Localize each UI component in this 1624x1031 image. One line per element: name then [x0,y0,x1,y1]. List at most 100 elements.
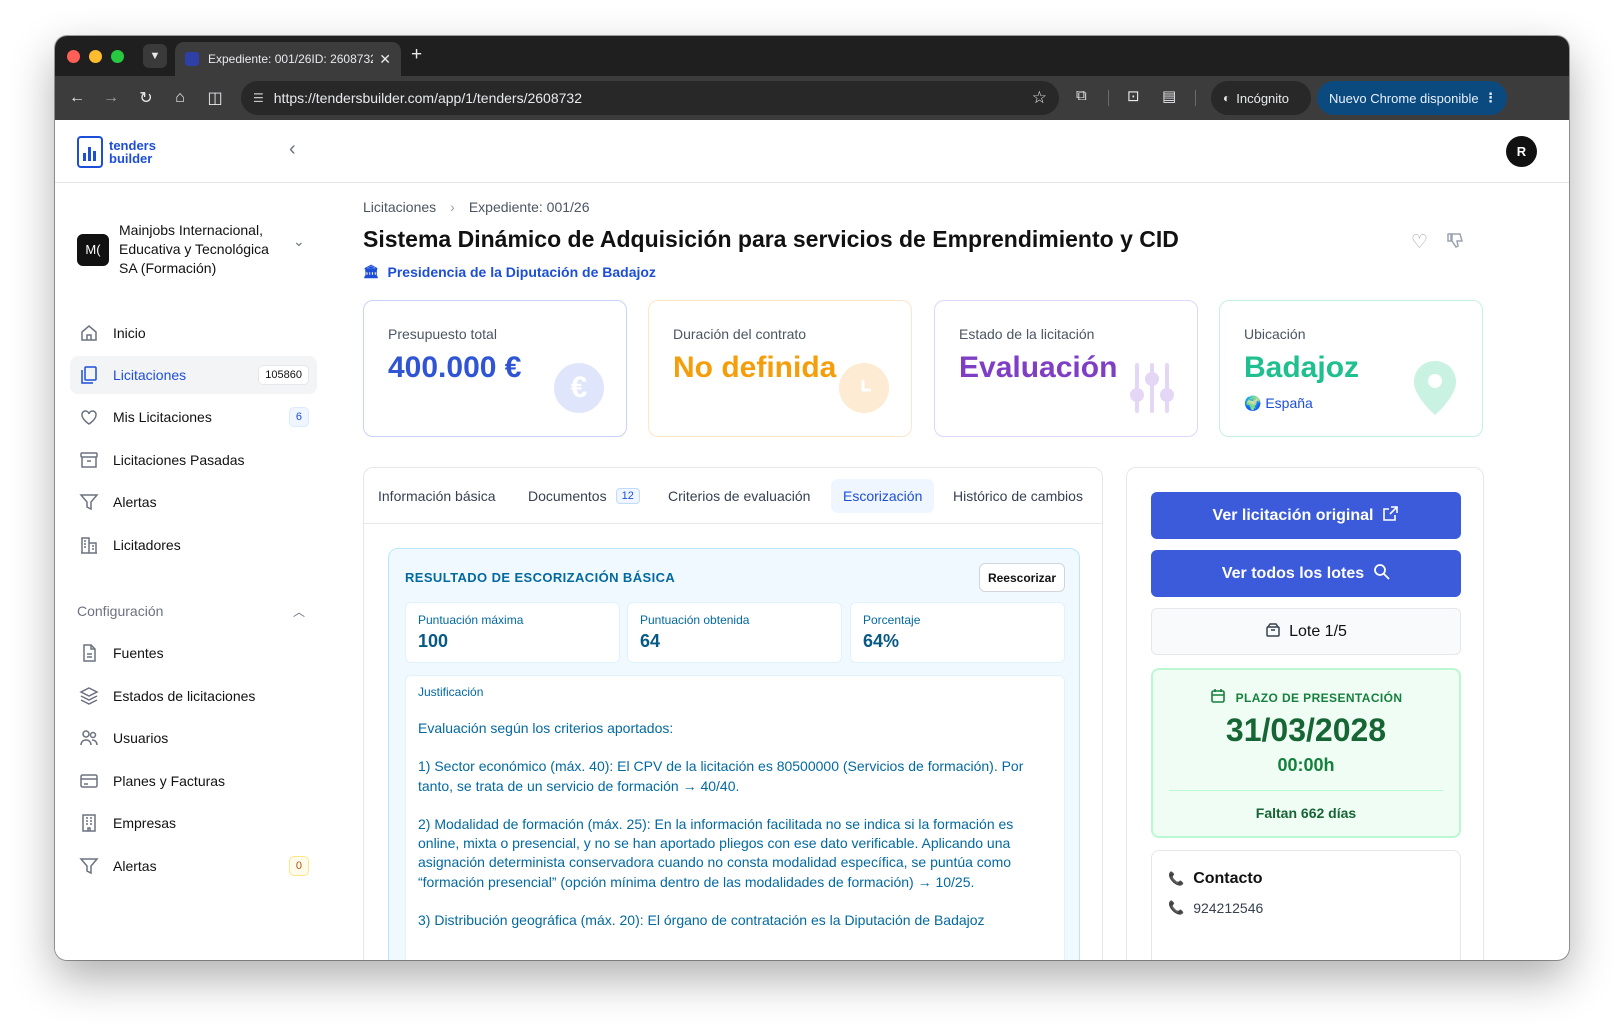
tab-documentos[interactable]: Documentos 12 [516,479,652,513]
site-settings-icon[interactable]: ☰ [253,91,264,105]
favicon-icon [185,52,199,66]
tender-details-panel: Información básica Documentos 12 Criterio… [363,467,1103,960]
sidebar-item-estados[interactable]: Estados de licitaciones [70,677,317,715]
tabs-bar: Información básica Documentos 12 Criterio… [364,468,1102,524]
sidebar-item-planes[interactable]: Planes y Facturas [70,762,317,800]
more-menu-icon[interactable]: ⋮ [1484,90,1497,106]
chevron-up-icon[interactable]: ︿ [293,603,305,620]
user-avatar[interactable]: R [1506,136,1537,167]
tab-criterios[interactable]: Criterios de evaluación [656,479,822,513]
justification-text: Evaluación según los criterios aportados… [418,719,1054,949]
sidebar-item-label: Mis Licitaciones [113,409,212,425]
close-tab-icon[interactable]: ✕ [379,51,391,68]
address-bar[interactable]: ☰ https://tendersbuilder.com/app/1/tende… [241,81,1059,115]
metric-max-score: Puntuación máxima 100 [405,602,620,663]
country-link[interactable]: 🌍 España [1244,395,1313,412]
breadcrumb-licitaciones[interactable]: Licitaciones [363,199,436,215]
sidebar-item-alertas-config[interactable]: Alertas 0 [70,847,317,885]
filter-icon [78,491,100,513]
buyer-name: Presidencia de la Diputación de Badajoz [387,264,656,280]
lot-label: Lote 1/5 [1289,622,1347,640]
sidebar-item-licitaciones[interactable]: Licitaciones 105860 [70,356,317,394]
sidebar-item-label: Licitaciones [113,367,187,383]
favorite-heart-icon[interactable]: ♡ [1411,231,1428,254]
sidebar-item-usuarios[interactable]: Usuarios [70,719,317,757]
forward-icon[interactable]: → [99,86,123,110]
incognito-label: Incógnito [1236,90,1290,106]
sidebar-item-licitaciones-pasadas[interactable]: Licitaciones Pasadas [70,441,317,479]
tab-informacion-basica[interactable]: Información básica [366,479,508,513]
sidebar-item-licitadores[interactable]: Licitadores [70,526,317,564]
stat-value: 400.000 € [388,351,522,384]
dislike-icon[interactable] [1445,231,1465,257]
contracting-authority-link[interactable]: 🏛 Presidencia de la Diputación de Badajo… [363,264,656,280]
org-chevron-down-icon[interactable]: ⌄ [293,233,305,250]
sidebar-item-label: Estados de licitaciones [113,688,256,704]
stat-card-location: Ubicación Badajoz 🌍 España [1219,300,1483,437]
new-tab-icon[interactable]: + [411,44,422,66]
divider [1169,790,1443,791]
sidebar: M( Mainjobs Internacional, Educativa y T… [55,183,345,960]
metric-obtained-score: Puntuación obtenida 64 [627,602,842,663]
chrome-update-button[interactable]: Nuevo Chrome disponible ⋮ [1317,81,1507,115]
view-original-button[interactable]: Ver licitación original [1151,492,1461,539]
reading-mode-icon[interactable]: ▤ [1162,87,1176,105]
search-icon [1373,563,1390,585]
breadcrumb-current: Expediente: 001/26 [468,199,590,215]
url-text[interactable]: https://tendersbuilder.com/app/1/tenders… [274,90,1032,106]
sidebar-item-inicio[interactable]: Inicio [70,314,317,352]
file-icon [78,642,100,664]
tab-search-chevron-icon[interactable]: ▼ [143,44,167,68]
map-pin-icon [1410,361,1460,415]
sidebar-item-label: Inicio [113,325,146,341]
tenders-builder-logo[interactable]: tenders builder [77,136,156,168]
stat-label: Duración del contrato [673,326,807,342]
browser-toolbar: ← → ↻ ⌂ ◫ ☰ https://tendersbuilder.com/a… [55,76,1569,120]
button-label: Ver licitación original [1212,506,1374,524]
sidebar-item-fuentes[interactable]: Fuentes [70,634,317,672]
bank-icon: 🏛 [363,264,380,279]
back-icon[interactable]: ← [65,86,89,110]
stat-value: No definida [673,351,837,384]
close-window-button[interactable] [67,50,80,63]
filter-icon [78,855,100,877]
sidebar-item-empresas[interactable]: Empresas [70,804,317,842]
app-header: tenders builder ‹ R [55,120,1569,183]
browser-tab-active[interactable]: Expediente: 001/26ID: 2608732 ✕ [175,42,401,76]
deadline-date: 31/03/2028 [1225,712,1387,748]
rescore-button[interactable]: Reescorizar [978,563,1065,592]
config-section-title[interactable]: Configuración [77,603,163,619]
collapse-sidebar-chevron-icon[interactable]: ‹ [289,138,296,161]
sidebar-item-mis-licitaciones[interactable]: Mis Licitaciones 6 [70,398,317,436]
metric-label: Porcentaje [863,613,921,627]
extensions-icon[interactable]: ⧉ [1076,87,1087,104]
stat-label: Presupuesto total [388,326,497,342]
breadcrumb-chevron-icon: › [450,199,455,215]
sidebar-item-label: Licitaciones Pasadas [113,452,245,468]
bookmark-star-icon[interactable]: ☆ [1032,88,1047,108]
phone-icon: 📞 [1168,900,1185,915]
metric-value: 64 [640,631,661,651]
maximize-window-button[interactable] [111,50,124,63]
view-all-lots-button[interactable]: Ver todos los lotes [1151,550,1461,597]
incognito-indicator[interactable]: ◐ Incógnito [1211,81,1311,115]
screenshot-icon[interactable]: ⊡ [1127,87,1140,105]
count-badge: 0 [288,856,309,876]
reload-icon[interactable]: ↻ [134,86,158,110]
home-icon[interactable]: ⌂ [168,86,192,110]
stat-label: Ubicación [1244,326,1306,342]
tab-historico[interactable]: Histórico de cambios [941,479,1095,513]
buildings-icon [78,534,100,556]
documents-count-badge: 12 [615,488,640,504]
deadline-card: PLAZO DE PRESENTACIÓN 31/03/2028 00:00h … [1151,668,1461,838]
contact-title: 📞 Contacto [1168,870,1263,888]
lot-selector-button[interactable]: Lote 1/5 [1151,608,1461,655]
contact-phone[interactable]: 📞 924212546 [1168,900,1263,916]
tab-escorizacion[interactable]: Escorización [831,479,935,513]
minimize-window-button[interactable] [89,50,102,63]
sidebar-item-label: Alertas [113,858,157,874]
side-panel-icon[interactable]: ◫ [203,86,227,110]
tab-title: Expediente: 001/26ID: 2608732 [208,52,374,66]
organization-switcher[interactable]: M( Mainjobs Internacional, Educativa y T… [77,221,284,278]
sidebar-item-alertas[interactable]: Alertas [70,483,317,521]
